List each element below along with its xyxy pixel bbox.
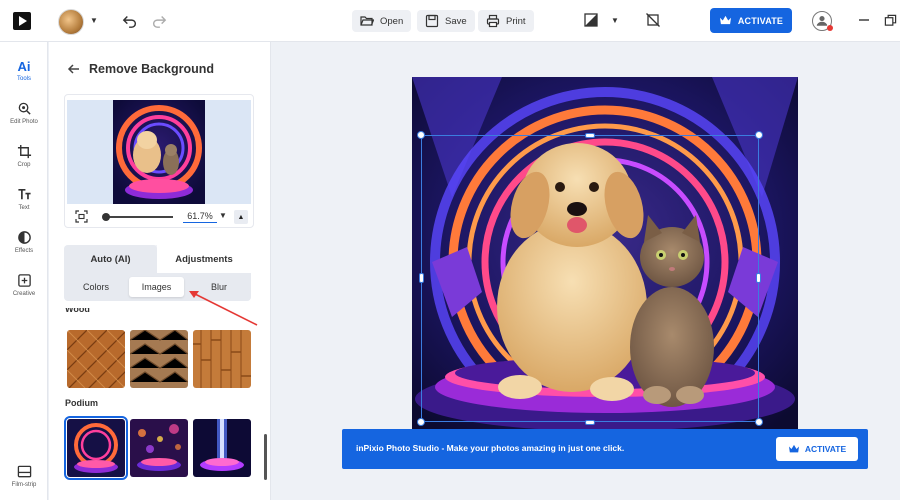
activate-label: ACTIVATE: [737, 15, 784, 26]
rail-item-creative[interactable]: Creative: [0, 265, 48, 305]
zoom-controls: 61.7% ▼ ▲: [65, 207, 255, 227]
rail-item-film-strip[interactable]: Film-strip: [0, 456, 48, 496]
compare-icon[interactable]: [584, 13, 598, 27]
background-thumb-wood-2[interactable]: [130, 330, 188, 388]
zoom-slider-handle[interactable]: [102, 213, 110, 221]
category-label-wood: Wood: [65, 308, 90, 314]
profile-picture-button[interactable]: [58, 9, 84, 35]
undo-icon[interactable]: [121, 12, 139, 30]
hide-preview-icon[interactable]: [646, 13, 660, 27]
user-account-icon[interactable]: [812, 11, 833, 31]
subtab-images[interactable]: Images: [129, 277, 184, 297]
restore-window-icon[interactable]: [883, 13, 897, 27]
resize-handle-bottom-right[interactable]: [755, 418, 763, 426]
category-label-podium: Podium: [65, 398, 98, 408]
resize-handle-left[interactable]: [419, 273, 424, 283]
rail-label-tools: Tools: [16, 76, 31, 82]
resize-handle-top-right[interactable]: [755, 131, 763, 139]
rail-item-crop[interactable]: Crop: [0, 136, 48, 176]
background-thumb-podium-3[interactable]: [193, 419, 251, 477]
rail-label-film-strip: Film-strip: [11, 482, 37, 488]
folder-open-icon: [360, 16, 374, 26]
rail-item-text[interactable]: Text: [0, 179, 48, 219]
chevron-down-icon[interactable]: ▼: [219, 211, 227, 220]
background-thumb-wood-1[interactable]: [67, 330, 125, 388]
activate-button[interactable]: ACTIVATE: [710, 8, 792, 33]
resize-handle-bottom[interactable]: [585, 420, 595, 425]
panel-title: Remove Background: [89, 62, 215, 76]
resize-handle-top-left[interactable]: [417, 131, 425, 139]
print-icon: [486, 14, 500, 28]
save-label: Save: [445, 15, 467, 27]
resize-handle-bottom-left[interactable]: [417, 418, 425, 426]
promo-text: inPixio Photo Studio - Make your photos …: [356, 443, 625, 453]
remove-background-panel: Remove Background 61.7% ▼ ▲ Auto (AI) Ad…: [49, 42, 271, 500]
promo-banner: inPixio Photo Studio - Make your photos …: [342, 429, 868, 469]
background-thumb-podium-2[interactable]: [130, 419, 188, 477]
edit-photo-icon: [18, 102, 31, 115]
rail-item-edit-photo[interactable]: Edit Photo: [0, 93, 48, 133]
minimize-icon[interactable]: [857, 13, 871, 27]
tool-rail: Ai Tools Edit Photo Crop Text Effects Cr…: [0, 42, 48, 500]
preview-navigator: 61.7% ▼ ▲: [64, 94, 254, 228]
rail-label-crop: Crop: [17, 162, 31, 168]
tab-adjustments[interactable]: Adjustments: [157, 245, 251, 273]
text-icon: [17, 188, 31, 200]
open-button[interactable]: Open: [352, 10, 412, 32]
crown-icon: [719, 15, 731, 25]
effects-icon: [17, 231, 31, 244]
preview-thumbnail[interactable]: [67, 100, 251, 204]
creative-icon: [17, 274, 31, 287]
rail-label-text: Text: [18, 205, 30, 211]
print-button[interactable]: Print: [478, 10, 534, 32]
rail-label-creative: Creative: [12, 291, 36, 297]
film-strip-icon: [17, 465, 31, 478]
print-label: Print: [506, 15, 526, 27]
background-thumb-wood-3[interactable]: [193, 330, 251, 388]
rail-item-effects[interactable]: Effects: [0, 222, 48, 262]
rail-label-edit-photo: Edit Photo: [10, 119, 38, 125]
chevron-down-icon[interactable]: ▼: [611, 16, 619, 25]
top-toolbar: ▼ Open Save Print ▼ ACTIVATE: [0, 0, 900, 42]
back-arrow-icon[interactable]: [67, 62, 81, 76]
ai-icon: Ai: [17, 59, 31, 74]
open-label: Open: [380, 15, 404, 27]
subtab-colors[interactable]: Colors: [68, 277, 124, 297]
save-icon: [425, 14, 439, 28]
redo-icon[interactable]: [150, 12, 168, 30]
fit-to-screen-icon[interactable]: [75, 210, 88, 223]
crown-icon: [788, 444, 799, 453]
selection-box[interactable]: [421, 135, 759, 422]
tab-auto-ai[interactable]: Auto (AI): [64, 245, 157, 273]
annotation-arrow: [189, 291, 258, 326]
resize-handle-right[interactable]: [756, 273, 761, 283]
rail-label-effects: Effects: [14, 248, 34, 254]
notification-dot: [827, 25, 833, 31]
chevron-down-icon[interactable]: ▼: [90, 16, 98, 25]
background-thumb-podium-1-selected[interactable]: [64, 416, 128, 480]
app-logo-icon: [12, 11, 32, 31]
rail-item-tools[interactable]: Ai Tools: [0, 51, 48, 91]
panel-scrollbar[interactable]: [264, 434, 267, 480]
crop-icon: [17, 144, 31, 159]
resize-handle-top[interactable]: [585, 133, 595, 138]
banner-activate-button[interactable]: ACTIVATE: [776, 437, 858, 461]
collapse-up-icon[interactable]: ▲: [234, 210, 248, 224]
zoom-slider-track[interactable]: [105, 216, 173, 218]
save-button[interactable]: Save: [417, 10, 475, 32]
banner-activate-label: ACTIVATE: [804, 444, 847, 454]
zoom-value[interactable]: 61.7%: [183, 211, 217, 223]
